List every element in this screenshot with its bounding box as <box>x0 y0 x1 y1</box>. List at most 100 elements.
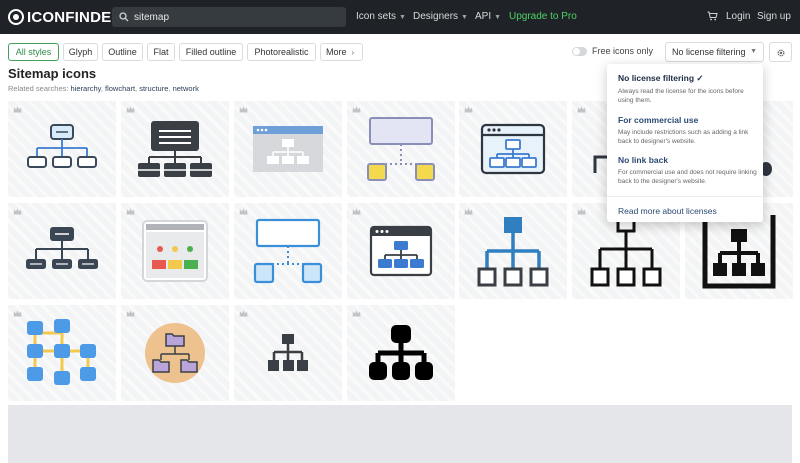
nav-api[interactable]: API ▼ <box>475 11 501 22</box>
nav-api-label: API <box>475 11 492 22</box>
search-input[interactable] <box>134 10 334 24</box>
related-link-hierarchy[interactable]: hierarchy <box>71 84 101 93</box>
related-label: Related searches: <box>8 84 69 93</box>
hierarchy-black-outline-icon <box>590 215 662 287</box>
search-box[interactable] <box>112 7 346 27</box>
website-sitemap-icon <box>253 126 323 172</box>
license-option-title: For commercial use <box>618 115 699 125</box>
premium-crown-icon <box>239 208 248 215</box>
premium-crown-icon <box>464 106 473 113</box>
filter-outline[interactable]: Outline <box>102 43 143 61</box>
flowchart-blue-icon <box>27 319 96 385</box>
license-filter-menu: No license filtering ✓ Always read the l… <box>607 64 763 222</box>
filter-flat[interactable]: Flat <box>147 43 175 61</box>
folder-sitemap-circle-icon <box>145 323 205 383</box>
iconfinder-logo[interactable]: ICONFINDER <box>8 8 122 26</box>
search-icon <box>119 12 129 22</box>
login-link[interactable]: Login <box>726 11 750 22</box>
premium-crown-icon <box>239 310 248 317</box>
premium-crown-icon <box>577 208 586 215</box>
license-option-no-filtering[interactable]: No license filtering ✓ Always read the l… <box>618 73 758 105</box>
license-option-no-link-back[interactable]: No link back For commercial use and does… <box>618 155 758 186</box>
chevron-down-icon: ▼ <box>399 14 406 21</box>
hierarchy-small-glyph-icon <box>268 334 308 371</box>
filter-filled-outline[interactable]: Filled outline <box>179 43 243 61</box>
icon-card[interactable] <box>121 305 229 401</box>
browser-sitemap-outline-icon <box>480 123 546 175</box>
license-option-desc: May include restrictions such as adding … <box>618 129 749 145</box>
chevron-right-icon: › <box>351 48 355 57</box>
icon-card[interactable] <box>459 203 567 299</box>
related-link-network[interactable]: network <box>173 84 199 93</box>
filter-photorealistic[interactable]: Photorealistic <box>247 43 316 61</box>
icon-card[interactable] <box>8 203 116 299</box>
icon-card[interactable] <box>121 203 229 299</box>
license-option-desc: Always read the license for the icons be… <box>618 88 744 104</box>
logo-icon <box>8 9 24 25</box>
filter-all-styles[interactable]: All styles <box>8 43 59 61</box>
free-icons-toggle[interactable] <box>572 47 587 56</box>
chevron-down-icon: ▼ <box>750 48 757 55</box>
logo-text: ICONFINDER <box>27 8 123 26</box>
hierarchy-large-glyph-icon <box>369 325 433 380</box>
sitemap-dark-table-icon <box>138 121 212 177</box>
premium-crown-icon <box>464 208 473 215</box>
sitemap-dark-outline-icon <box>26 227 98 269</box>
icon-card[interactable] <box>347 305 455 401</box>
premium-crown-icon <box>13 310 22 317</box>
browser-page-colorful-icon <box>142 220 208 282</box>
related-searches: Related searches: hierarchy, flowchart, … <box>8 84 199 93</box>
related-link-structure[interactable]: structure <box>139 84 168 93</box>
license-filter-label: No license filtering <box>672 47 746 57</box>
sitemap-blue-outline-icon <box>253 218 323 284</box>
sitemap-flowchart-yellow-icon <box>367 117 435 181</box>
premium-crown-icon <box>352 208 361 215</box>
license-option-title: No license filtering ✓ <box>618 73 704 83</box>
hierarchy-framed-icon <box>702 215 776 289</box>
upgrade-to-pro-link[interactable]: Upgrade to Pro <box>509 11 577 22</box>
related-link-flowchart[interactable]: flowchart <box>105 84 135 93</box>
top-navigation-bar: ICONFINDER Icon sets▼ Designers▼ API▼ Up… <box>0 0 800 34</box>
icon-card[interactable] <box>459 101 567 197</box>
icon-card[interactable] <box>8 305 116 401</box>
hierarchy-blue-icon <box>477 217 549 287</box>
license-option-commercial[interactable]: For commercial use May include restricti… <box>618 115 758 146</box>
filter-more-button[interactable]: More › <box>320 43 363 61</box>
read-more-licenses-link[interactable]: Read more about licenses <box>618 206 717 216</box>
sitemap-outline-blue-icon <box>27 124 97 168</box>
page-title: Sitemap icons <box>8 66 97 81</box>
icon-card[interactable] <box>121 101 229 197</box>
icon-card[interactable] <box>347 101 455 197</box>
settings-button[interactable] <box>769 42 792 62</box>
chevron-down-icon: ▼ <box>461 14 468 21</box>
premium-crown-icon <box>577 106 586 113</box>
gear-icon <box>777 49 785 57</box>
license-option-desc: For commercial use and does not require … <box>618 169 757 185</box>
license-option-title: No link back <box>618 155 669 165</box>
icon-card[interactable] <box>234 203 342 299</box>
icon-card[interactable] <box>234 101 342 197</box>
icon-card[interactable] <box>234 305 342 401</box>
premium-crown-icon <box>13 106 22 113</box>
premium-crown-icon <box>126 310 135 317</box>
nav-designers-label: Designers <box>413 11 459 22</box>
premium-crown-icon <box>239 106 248 113</box>
filter-glyph[interactable]: Glyph <box>63 43 98 61</box>
free-icons-label: Free icons only <box>592 46 654 56</box>
icon-card[interactable] <box>347 203 455 299</box>
nav-designers[interactable]: Designers ▼ <box>413 11 468 22</box>
icon-card[interactable] <box>8 101 116 197</box>
premium-crown-icon <box>126 106 135 113</box>
menu-divider <box>607 196 763 197</box>
chevron-down-icon: ▼ <box>494 14 502 21</box>
filter-more-label: More <box>326 47 347 57</box>
ad-banner-placeholder <box>8 405 792 463</box>
signup-link[interactable]: Sign up <box>757 11 791 22</box>
browser-sitemap-dark-icon <box>369 225 433 277</box>
premium-crown-icon <box>352 310 361 317</box>
cart-icon[interactable] <box>707 11 718 21</box>
premium-crown-icon <box>126 208 135 215</box>
nav-icon-sets[interactable]: Icon sets ▼ <box>356 11 406 22</box>
nav-icon-sets-label: Icon sets <box>356 11 397 22</box>
license-filter-dropdown[interactable]: No license filtering ▼ <box>665 42 764 62</box>
